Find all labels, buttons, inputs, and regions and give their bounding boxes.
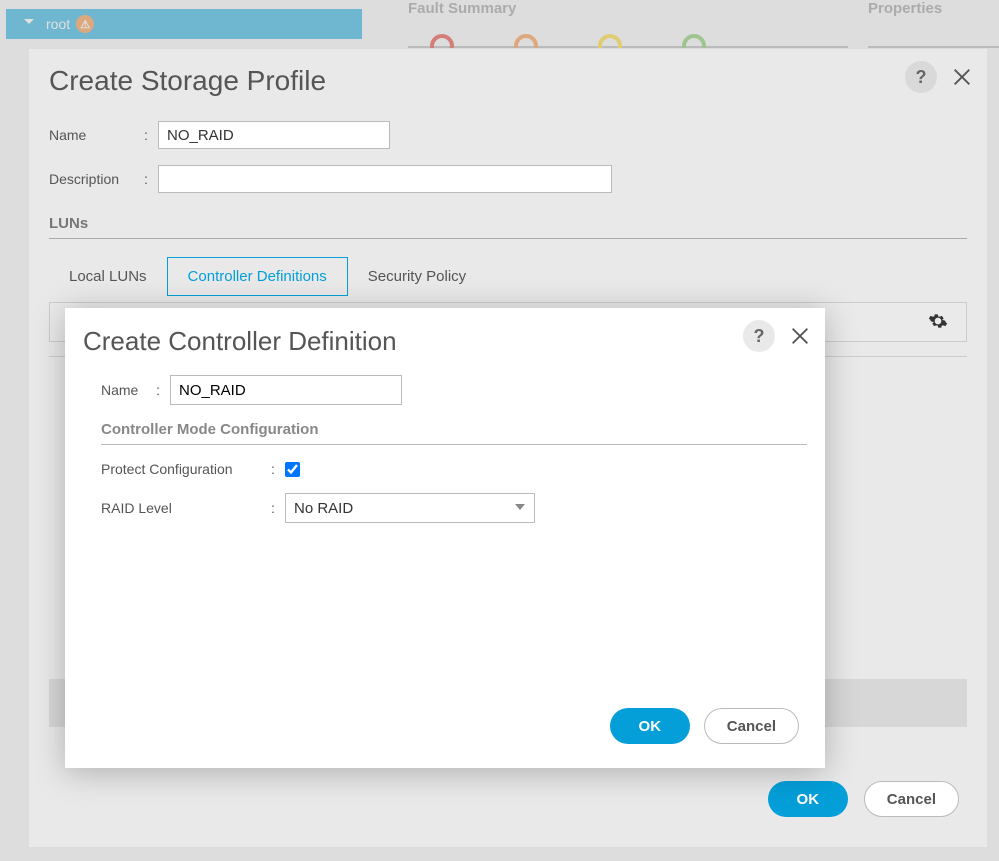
protect-config-label: Protect Configuration bbox=[101, 461, 271, 477]
raid-level-label: RAID Level bbox=[101, 500, 271, 516]
name-input[interactable] bbox=[158, 121, 390, 149]
create-controller-definition-dialog: Create Controller Definition ? Name : Co… bbox=[65, 308, 825, 768]
tab-controller-definitions[interactable]: Controller Definitions bbox=[167, 257, 348, 296]
tab-local-luns[interactable]: Local LUNs bbox=[49, 258, 167, 295]
cancel-button[interactable]: Cancel bbox=[864, 781, 959, 817]
name-label: Name bbox=[49, 127, 144, 143]
close-button[interactable] bbox=[951, 66, 973, 88]
cancel-button[interactable]: Cancel bbox=[704, 708, 799, 744]
close-icon bbox=[951, 66, 973, 88]
close-button[interactable] bbox=[789, 325, 811, 347]
luns-section-heading: LUNs bbox=[49, 215, 967, 238]
dialog-title: Create Storage Profile bbox=[49, 65, 967, 97]
mode-divider bbox=[101, 444, 807, 445]
close-icon bbox=[789, 325, 811, 347]
tab-security-policy[interactable]: Security Policy bbox=[348, 258, 486, 295]
help-button[interactable]: ? bbox=[743, 320, 775, 352]
name-input[interactable] bbox=[170, 375, 402, 405]
description-label: Description bbox=[49, 171, 144, 187]
ok-button[interactable]: OK bbox=[610, 708, 690, 744]
protect-config-checkbox[interactable] bbox=[285, 462, 300, 477]
luns-divider bbox=[49, 238, 967, 239]
help-button[interactable]: ? bbox=[905, 61, 937, 93]
ok-button[interactable]: OK bbox=[768, 781, 848, 817]
name-label: Name bbox=[101, 382, 156, 398]
description-input[interactable] bbox=[158, 165, 612, 193]
dialog-title: Create Controller Definition bbox=[83, 326, 807, 357]
luns-tabs: Local LUNs Controller Definitions Securi… bbox=[49, 257, 967, 296]
controller-mode-heading: Controller Mode Configuration bbox=[101, 421, 807, 438]
gear-icon[interactable] bbox=[928, 311, 948, 336]
raid-level-select[interactable]: No RAID bbox=[285, 493, 535, 523]
